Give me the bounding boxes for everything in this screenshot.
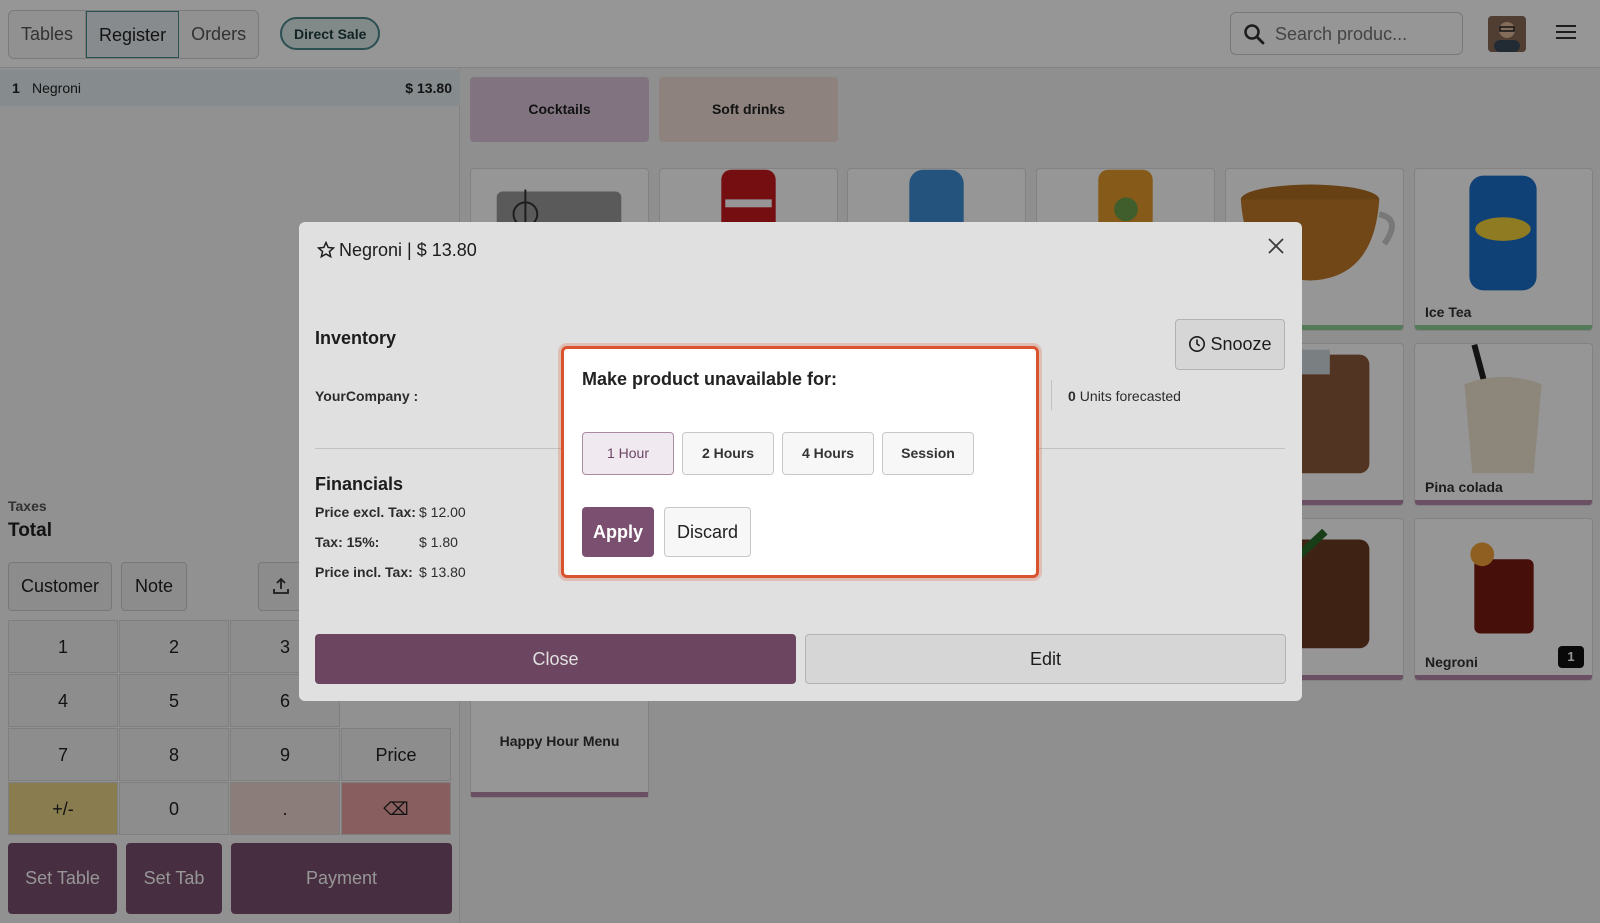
apply-button[interactable]: Apply [582,507,654,557]
duration-4-hours[interactable]: 4 Hours [782,432,874,475]
discard-button[interactable]: Discard [664,507,751,557]
popup-title: Make product unavailable for: [582,369,838,389]
snooze-popup: Make product unavailable for: 1 Hour 2 H… [561,346,1039,578]
duration-1-hour[interactable]: 1 Hour [582,432,674,475]
duration-session[interactable]: Session [882,432,974,475]
duration-2-hours[interactable]: 2 Hours [682,432,774,475]
